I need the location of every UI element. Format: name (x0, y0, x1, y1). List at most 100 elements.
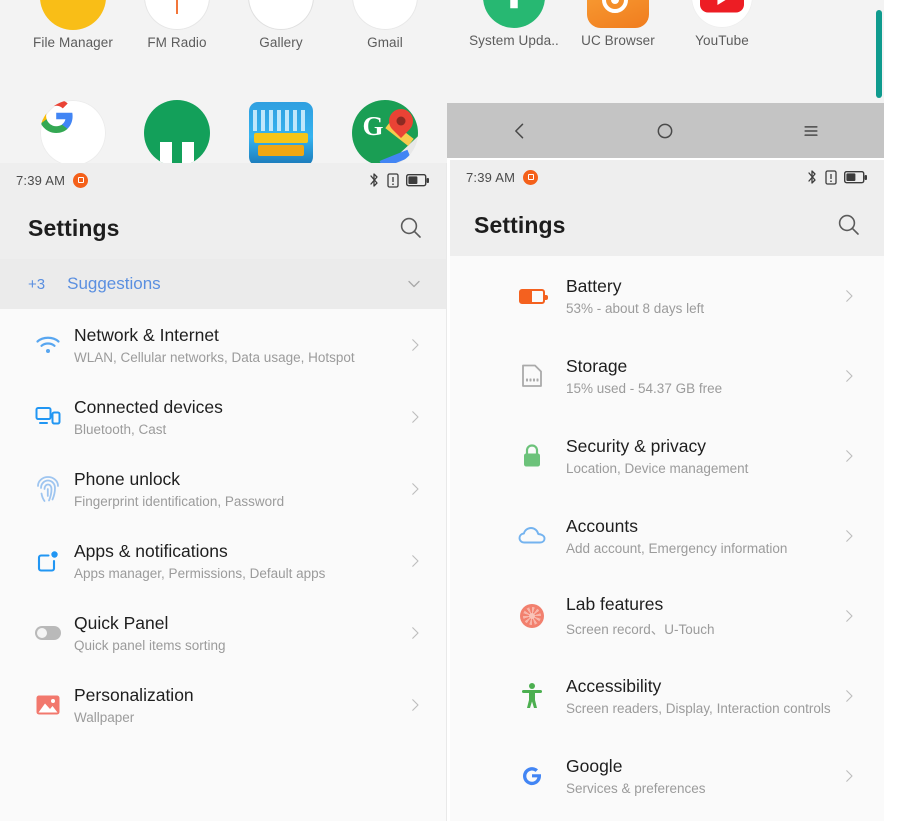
settings-item-accessibility[interactable]: Accessibility Screen readers, Display, I… (450, 656, 884, 736)
app-label: YouTube (695, 33, 749, 48)
search-icon[interactable] (836, 212, 862, 238)
settings-item-storage[interactable]: Storage 15% used - 54.37 GB free (450, 336, 884, 416)
app-label: UC Browser (581, 33, 655, 48)
google-icon[interactable] (21, 100, 125, 163)
chevron-right-icon (404, 408, 426, 426)
app-gallery[interactable]: Gallery (229, 0, 333, 50)
settings-item-accounts[interactable]: Accounts Add account, Emergency informat… (450, 496, 884, 576)
home-screen-right-panel: System Upda.. UC Browser YouTube (447, 0, 884, 103)
settings-item-text: Network & Internet WLAN, Cellular networ… (70, 325, 404, 365)
app-row-1: File Manager FM Radio Gallery Gmail (21, 0, 437, 50)
settings-item-title: Accounts (566, 516, 638, 537)
suggestions-row[interactable]: +3 Suggestions (0, 259, 446, 309)
settings-item-title: Personalization (74, 685, 194, 706)
app-green[interactable] (125, 100, 229, 163)
app-uc-browser[interactable]: UC Browser (566, 0, 670, 48)
green-app-icon[interactable] (125, 100, 229, 163)
sim-alert-icon (825, 169, 837, 185)
settings-item-apps-notifications[interactable]: Apps & notifications Apps manager, Permi… (0, 525, 446, 597)
apps-notifications-icon (26, 548, 70, 574)
suggestions-label: Suggestions (67, 274, 161, 293)
back-button[interactable] (490, 111, 550, 151)
settings-item-subtitle: 15% used - 54.37 GB free (566, 380, 723, 396)
page-title: Settings (474, 211, 566, 238)
app-little-big-city[interactable] (229, 102, 333, 163)
suggestions-left: +3 Suggestions (28, 274, 161, 294)
settings-item-text: Google Services & preferences (554, 756, 838, 796)
little-big-city-icon[interactable] (229, 102, 333, 163)
fm-radio-icon[interactable] (125, 0, 229, 30)
bluetooth-icon (806, 169, 818, 185)
clock: 7:39 AM (16, 172, 66, 188)
chevron-right-icon (404, 336, 426, 354)
system-update-icon[interactable] (462, 0, 566, 28)
settings-item-personalization[interactable]: Personalization Wallpaper (0, 669, 446, 741)
chevron-right-icon (404, 696, 426, 714)
settings-item-title: Google (566, 756, 623, 777)
status-bar: 7:39 AM (450, 160, 884, 194)
gallery-icon[interactable] (229, 0, 333, 30)
screenshot-notification-icon (523, 169, 539, 185)
settings-right-list: Battery 53% - about 8 days left Storage … (450, 256, 884, 816)
settings-item-network-internet[interactable]: Network & Internet WLAN, Cellular networ… (0, 309, 446, 381)
app-fm-radio[interactable]: FM Radio (125, 0, 229, 50)
chevron-right-icon (838, 287, 860, 305)
home-screen-left-panel: File Manager FM Radio Gallery Gmail G (0, 0, 447, 163)
uc-browser-icon[interactable] (566, 0, 670, 28)
settings-item-subtitle: Screen record、U-Touch (566, 622, 715, 638)
gmail-icon[interactable] (333, 0, 437, 30)
toggle-icon (26, 626, 70, 640)
settings-item-security-privacy[interactable]: Security & privacy Location, Device mana… (450, 416, 884, 496)
screenshot-notification-icon (73, 172, 89, 188)
settings-item-subtitle: Location, Device management (566, 460, 749, 476)
app-youtube[interactable]: YouTube (670, 0, 774, 48)
app-row-1: System Upda.. UC Browser YouTube (462, 0, 774, 48)
settings-item-subtitle: Fingerprint identification, Password (74, 493, 285, 509)
settings-item-lab-features[interactable]: Lab features Screen record、U-Touch (450, 576, 884, 656)
status-bar-left: 7:39 AM (16, 172, 89, 188)
youtube-icon[interactable] (670, 0, 774, 28)
settings-item-title: Security & privacy (566, 436, 707, 457)
settings-item-phone-unlock[interactable]: Phone unlock Fingerprint identification,… (0, 453, 446, 525)
file-manager-icon[interactable] (21, 0, 125, 30)
home-screen-scrollbar[interactable] (876, 10, 882, 98)
app-google[interactable] (21, 100, 125, 163)
app-label: FM Radio (147, 35, 207, 50)
settings-item-text: Accounts Add account, Emergency informat… (554, 516, 838, 556)
battery-icon (844, 170, 868, 184)
settings-item-text: Apps & notifications Apps manager, Permi… (70, 541, 404, 581)
settings-item-text: Storage 15% used - 54.37 GB free (554, 356, 838, 396)
app-google-maps[interactable]: G (333, 100, 437, 163)
chevron-down-icon[interactable] (404, 274, 424, 294)
settings-item-title: Connected devices (74, 397, 223, 418)
lab-features-icon (510, 604, 554, 628)
app-label: File Manager (33, 35, 113, 50)
settings-item-text: Accessibility Screen readers, Display, I… (554, 676, 838, 716)
settings-item-title: Battery (566, 276, 622, 297)
google-maps-icon[interactable]: G (333, 100, 437, 163)
storage-icon (510, 363, 554, 389)
settings-item-connected-devices[interactable]: Connected devices Bluetooth, Cast (0, 381, 446, 453)
settings-item-text: Connected devices Bluetooth, Cast (70, 397, 404, 437)
navigation-bar (447, 103, 884, 158)
status-bar-left: 7:39 AM (466, 169, 539, 185)
settings-item-title: Phone unlock (74, 469, 181, 490)
settings-item-quick-panel[interactable]: Quick Panel Quick panel items sorting (0, 597, 446, 669)
app-gmail[interactable]: Gmail (333, 0, 437, 50)
search-icon[interactable] (398, 215, 424, 241)
settings-item-title: Lab features (566, 593, 664, 614)
bluetooth-icon (368, 172, 380, 188)
app-file-manager[interactable]: File Manager (21, 0, 125, 50)
settings-app-bar: Settings (0, 197, 446, 259)
accessibility-icon (510, 682, 554, 710)
status-bar-right (806, 169, 868, 185)
sim-alert-icon (387, 172, 399, 188)
page-title: Settings (28, 214, 120, 241)
app-system-update[interactable]: System Upda.. (462, 0, 566, 48)
settings-item-battery[interactable]: Battery 53% - about 8 days left (450, 256, 884, 336)
home-button[interactable] (635, 111, 695, 151)
screenshot-root: File Manager FM Radio Gallery Gmail G Sy… (0, 0, 900, 821)
suggestions-count: +3 (28, 275, 46, 293)
recent-apps-button[interactable] (781, 111, 841, 151)
settings-item-google[interactable]: Google Services & preferences (450, 736, 884, 816)
